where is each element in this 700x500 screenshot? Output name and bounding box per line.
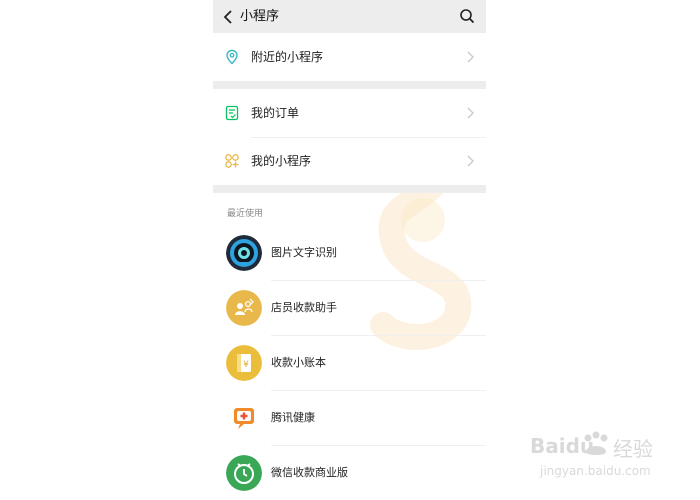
- chevron-right-icon: [467, 107, 474, 119]
- svg-text:¥: ¥: [243, 360, 249, 370]
- app-name: 图片文字识别: [271, 246, 337, 259]
- health-cross-icon: [234, 408, 254, 429]
- chevron-right-icon: [467, 155, 474, 167]
- baidu-jingyan-watermark: Baidu 经验 jingyan.baidu.com: [470, 420, 690, 495]
- cashier-assistant-icon: [226, 290, 262, 326]
- app-name: 腾讯健康: [271, 411, 315, 424]
- payment-clock-icon: [226, 455, 262, 491]
- watermark-cn: 经验: [613, 437, 653, 461]
- nearby-label: 附近的小程序: [251, 50, 324, 64]
- ledger-icon: ¥: [226, 345, 262, 381]
- nav-bar: 小程序: [213, 0, 486, 33]
- mini-programs-icon: [225, 154, 239, 168]
- recent-app-item[interactable]: 腾讯健康: [213, 391, 486, 445]
- page-title: 小程序: [240, 9, 280, 24]
- watermark-url: jingyan.baidu.com: [540, 464, 651, 478]
- app-name: 微信收款商业版: [271, 466, 348, 479]
- section-divider: [213, 81, 486, 89]
- recent-app-item[interactable]: 图片文字识别: [213, 226, 486, 280]
- mini-program-screen: 小程序 附近的小程序 我的订单 我的小程序 最近使用 图片文字识别 店员收款助手…: [213, 0, 486, 500]
- ocr-camera-icon: [226, 235, 262, 271]
- order-list-icon: [225, 105, 239, 121]
- nearby-mini-programs-item[interactable]: 附近的小程序: [213, 33, 486, 81]
- my-mini-programs-item[interactable]: 我的小程序: [213, 138, 486, 185]
- recently-used-label: 最近使用: [227, 209, 264, 219]
- my-orders-item[interactable]: 我的订单: [213, 89, 486, 137]
- app-name: 店员收款助手: [271, 301, 337, 314]
- app-name: 收款小账本: [271, 356, 326, 369]
- my-orders-label: 我的订单: [251, 106, 300, 120]
- my-mini-programs-label: 我的小程序: [251, 154, 312, 168]
- paw-logo-icon: [584, 431, 608, 455]
- search-icon[interactable]: [459, 8, 475, 24]
- recent-app-item[interactable]: 微信收款商业版: [213, 446, 486, 500]
- chevron-right-icon: [467, 51, 474, 63]
- back-arrow-icon[interactable]: [221, 9, 235, 25]
- recent-app-item[interactable]: 店员收款助手: [213, 281, 486, 335]
- section-divider: [213, 185, 486, 193]
- recent-app-item[interactable]: ¥ 收款小账本: [213, 336, 486, 390]
- location-pin-icon: [226, 49, 238, 65]
